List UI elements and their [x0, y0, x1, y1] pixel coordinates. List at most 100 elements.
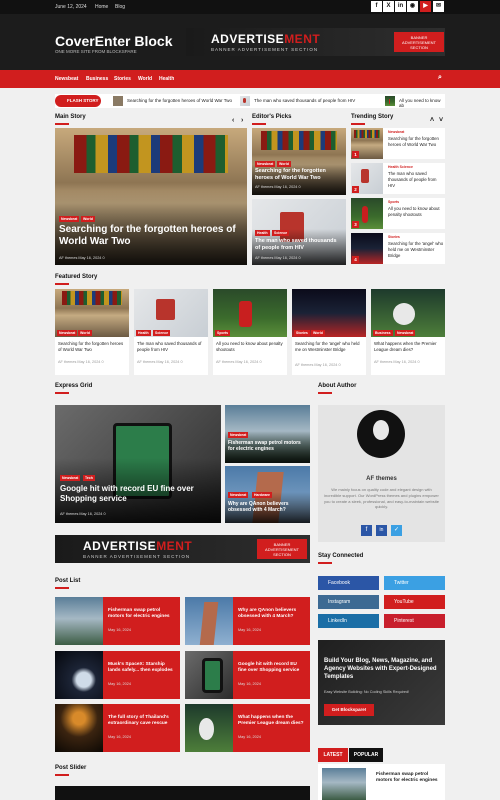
- tab-latest[interactable]: LATEST: [318, 748, 348, 762]
- card-title[interactable]: Why are QAnon believers obsessed with 4 …: [238, 608, 306, 620]
- editors-pick-card[interactable]: Health Science The man who saved thousan…: [252, 199, 346, 265]
- thumbnail[interactable]: [55, 597, 103, 645]
- category-tag[interactable]: Science: [153, 330, 171, 336]
- featured-card[interactable]: Newsbeat World Searching for the forgott…: [55, 289, 129, 375]
- trending-title[interactable]: Searching for the 'angel' who held me on…: [388, 241, 444, 258]
- card-title[interactable]: Searching for the forgotten heroes of Wo…: [255, 168, 343, 181]
- thumbnail[interactable]: [322, 768, 366, 800]
- trending-item[interactable]: 3 Sports All you need to know about pena…: [351, 198, 445, 229]
- express-main-card[interactable]: Newsbeat Tech Google hit with record EU …: [55, 405, 221, 523]
- express-side-card[interactable]: Newsbeat Hardware Why are QAnon believer…: [225, 466, 310, 523]
- mail-icon[interactable]: ✉: [433, 1, 444, 12]
- post-list-item[interactable]: Why are QAnon believers obsessed with 4 …: [185, 597, 310, 645]
- promo-banner[interactable]: Build Your Blog, News, Magazine, and Age…: [318, 640, 445, 725]
- card-title[interactable]: What happens when the Premier League dre…: [238, 715, 306, 727]
- ticker-item[interactable]: The man who saved thousands of people fr…: [254, 98, 355, 103]
- top-link-blog[interactable]: Blog: [115, 4, 125, 10]
- main-story-card[interactable]: Newsbeat World Searching for the forgott…: [55, 128, 247, 265]
- youtube-icon[interactable]: ▶: [420, 1, 431, 12]
- category-tag[interactable]: Newsbeat: [57, 330, 78, 336]
- card-title[interactable]: Google hit with record EU fine over Shop…: [60, 484, 216, 503]
- card-title[interactable]: Google hit with record EU fine over Shop…: [238, 662, 306, 674]
- facebook-button[interactable]: Facebook: [318, 576, 379, 590]
- chevron-right-icon[interactable]: ›: [241, 117, 243, 124]
- linkedin-button[interactable]: LinkedIn: [318, 614, 379, 628]
- card-title[interactable]: Fisherman swap petrol motors for electri…: [228, 440, 308, 452]
- post-list-item[interactable]: Fisherman swap petrol motors for electri…: [55, 597, 180, 645]
- instagram-button[interactable]: Instagram: [318, 595, 379, 609]
- category-tag[interactable]: Health Science: [388, 165, 413, 170]
- post-list-item[interactable]: Google hit with record EU fine over Shop…: [185, 651, 310, 699]
- thumbnail[interactable]: [55, 704, 103, 752]
- nav-item-stories[interactable]: Stories: [114, 76, 131, 82]
- nav-item-business[interactable]: Business: [86, 76, 108, 82]
- category-tag[interactable]: World: [311, 330, 325, 336]
- featured-card[interactable]: Business Newsbeat What happens when the …: [371, 289, 445, 375]
- category-tag[interactable]: Newsbeat: [388, 130, 404, 135]
- ticker-item[interactable]: All you need to know ab: [399, 98, 445, 108]
- post-list-item[interactable]: The full story of Thailand's extraordina…: [55, 704, 180, 752]
- search-icon[interactable]: ⌕: [438, 74, 442, 82]
- card-title[interactable]: Fisherman swap petrol motors for electri…: [108, 608, 176, 620]
- category-tag[interactable]: Hardware: [252, 492, 272, 498]
- trending-item[interactable]: 2 Health Science The man who saved thous…: [351, 163, 445, 194]
- category-tag[interactable]: Tech: [83, 475, 95, 481]
- get-blockspare-button[interactable]: Get Blockspare!: [324, 704, 374, 716]
- featured-card[interactable]: Stories World Searching for the 'angel' …: [292, 289, 366, 375]
- category-tag[interactable]: Science: [272, 230, 290, 236]
- post-slider[interactable]: [55, 786, 310, 800]
- card-title[interactable]: What happens when the Premier League dre…: [374, 341, 442, 353]
- tab-popular[interactable]: POPULAR: [349, 748, 383, 762]
- instagram-icon[interactable]: ◉: [407, 1, 418, 12]
- facebook-icon[interactable]: f: [371, 1, 382, 12]
- tab-list-item[interactable]: Fisherman swap petrol motors for electri…: [318, 764, 445, 800]
- category-tag[interactable]: Newsbeat: [59, 216, 80, 222]
- youtube-button[interactable]: YouTube: [384, 595, 445, 609]
- ticker-item[interactable]: Searching for the forgotten heroes of Wo…: [127, 98, 232, 103]
- linkedin-icon[interactable]: in: [376, 525, 387, 536]
- card-title[interactable]: Why are QAnon believers obsessed with 4 …: [228, 501, 308, 513]
- thumbnail[interactable]: [55, 651, 103, 699]
- nav-item-newsbeat[interactable]: Newsbeat: [55, 76, 78, 82]
- thumbnail[interactable]: [185, 704, 233, 752]
- chevron-left-icon[interactable]: ‹: [232, 117, 234, 124]
- card-title[interactable]: All you need to know about penalty shoot…: [216, 341, 284, 353]
- category-tag[interactable]: Newsbeat: [60, 475, 81, 481]
- twitter-button[interactable]: Twitter: [384, 576, 445, 590]
- category-tag[interactable]: World: [78, 330, 92, 336]
- featured-card[interactable]: Sports All you need to know about penalt…: [213, 289, 287, 375]
- post-list-item[interactable]: What happens when the Premier League dre…: [185, 704, 310, 752]
- post-list-item[interactable]: Musk's SpaceX: Starship lands safely... …: [55, 651, 180, 699]
- category-tag[interactable]: World: [277, 161, 291, 167]
- card-title[interactable]: The man who saved thousands of people fr…: [255, 238, 343, 251]
- chevron-up-icon[interactable]: ˄: [430, 117, 434, 124]
- editors-pick-card[interactable]: Newsbeat World Searching for the forgott…: [252, 128, 346, 195]
- card-title[interactable]: Musk's SpaceX: Starship lands safely... …: [108, 662, 176, 674]
- linkedin-icon[interactable]: in: [395, 1, 406, 12]
- site-title[interactable]: CoverEnter Block: [55, 33, 172, 49]
- ticker-thumb[interactable]: [113, 96, 123, 106]
- card-title[interactable]: The full story of Thailand's extraordina…: [108, 715, 176, 727]
- category-tag[interactable]: Health: [136, 330, 151, 336]
- main-story-title[interactable]: Searching for the forgotten heroes of Wo…: [59, 224, 239, 248]
- category-tag[interactable]: Newsbeat: [395, 330, 416, 336]
- trending-title[interactable]: Searching for the forgotten heroes of Wo…: [388, 136, 444, 148]
- nav-item-world[interactable]: World: [138, 76, 152, 82]
- category-tag[interactable]: World: [81, 216, 95, 222]
- category-tag[interactable]: Sports: [215, 330, 231, 336]
- mid-ad-banner[interactable]: ADVERTISEMENT BANNER ADVERTISEMENT SECTI…: [55, 535, 310, 563]
- thumbnail[interactable]: [185, 597, 233, 645]
- card-title[interactable]: The man who saved thousands of people fr…: [137, 341, 205, 353]
- nav-item-health[interactable]: Health: [159, 76, 174, 82]
- card-title[interactable]: Searching for the 'angel' who held me on…: [295, 341, 363, 353]
- x-icon[interactable]: X: [383, 1, 394, 12]
- trending-item[interactable]: 1 Newsbeat Searching for the forgotten h…: [351, 128, 445, 159]
- category-tag[interactable]: Business: [373, 330, 393, 336]
- chevron-down-icon[interactable]: ˅: [439, 117, 443, 124]
- card-title[interactable]: Searching for the forgotten heroes of Wo…: [58, 341, 126, 353]
- card-title[interactable]: Fisherman swap petrol motors for electri…: [376, 772, 440, 785]
- twitter-icon[interactable]: ✓: [391, 525, 402, 536]
- category-tag[interactable]: Newsbeat: [228, 492, 249, 498]
- trending-title[interactable]: All you need to know about penalty shoot…: [388, 206, 444, 218]
- trending-item[interactable]: 4 Stories Searching for the 'angel' who …: [351, 233, 445, 264]
